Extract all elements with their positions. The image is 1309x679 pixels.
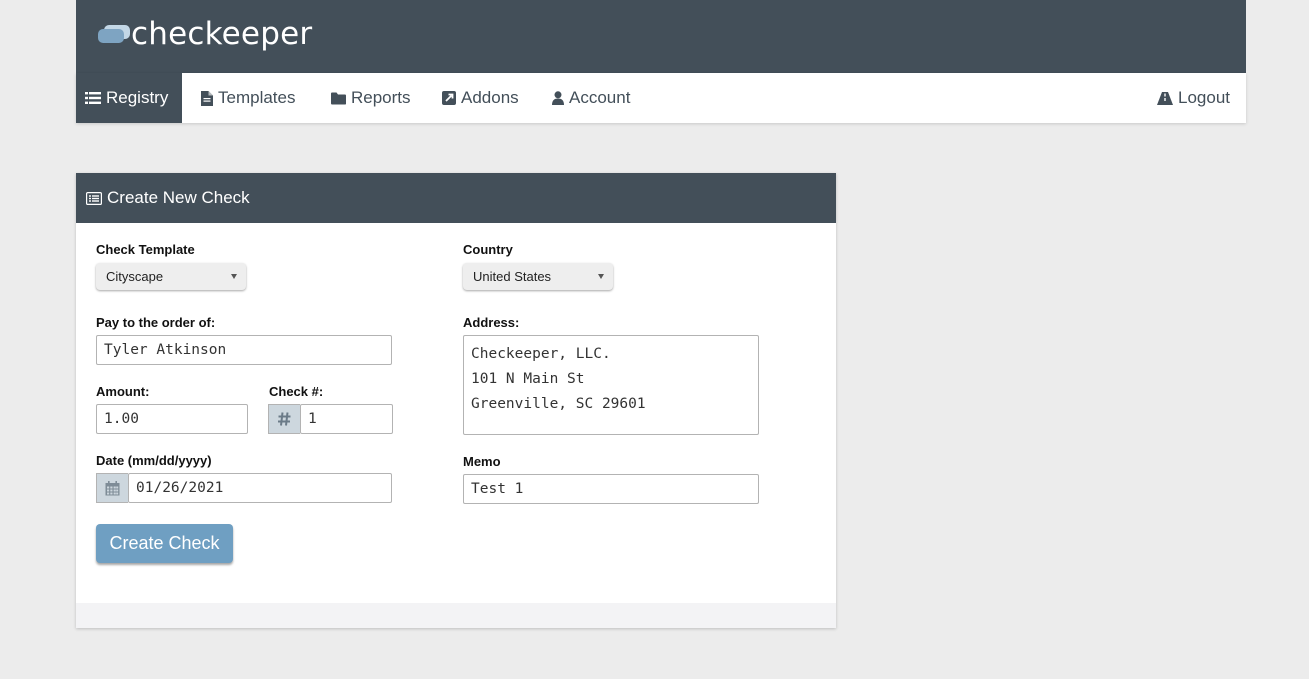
brand-logo[interactable]: checkeeper [98, 14, 312, 54]
memo-input[interactable]: Test 1 [463, 474, 759, 504]
payee-label: Pay to the order of: [96, 315, 216, 330]
nav-templates[interactable]: Templates [201, 73, 295, 123]
list-alt-icon [86, 191, 102, 205]
address-line: Greenville, SC 29601 [471, 396, 646, 412]
date-input-value: 01/26/2021 [136, 480, 224, 496]
country-select-value: United States [473, 269, 552, 284]
panel-footer [76, 603, 836, 628]
list-icon [85, 92, 101, 104]
nav-reports-label: Reports [351, 88, 411, 107]
nav-registry-label: Registry [106, 88, 169, 107]
external-link-icon [442, 91, 456, 105]
brand-name: checkeeper [131, 16, 313, 52]
panel-header: Create New Check [76, 173, 836, 223]
create-check-button[interactable]: Create Check [96, 524, 233, 563]
chevron-down-icon [598, 274, 604, 279]
memo-label: Memo [463, 454, 501, 469]
date-input[interactable]: 01/26/2021 [128, 473, 392, 503]
checknum-addon [268, 404, 300, 434]
main-nav: Registry Templates Reports Addons Accoun… [76, 73, 1246, 123]
memo-input-value: Test 1 [471, 481, 524, 497]
address-label: Address: [463, 315, 520, 330]
nav-addons[interactable]: Addons [442, 73, 519, 123]
hash-icon [278, 412, 291, 426]
amount-input[interactable]: 1.00 [96, 404, 248, 434]
amount-label: Amount: [96, 384, 150, 399]
date-addon[interactable] [96, 473, 128, 503]
payee-input[interactable]: Tyler Atkinson [96, 335, 392, 365]
nav-account[interactable]: Account [552, 73, 630, 123]
app-header: checkeeper [76, 0, 1246, 73]
user-icon [552, 91, 564, 105]
checknum-input[interactable]: 1 [300, 404, 393, 434]
nav-account-label: Account [569, 88, 631, 107]
calendar-icon [105, 480, 120, 495]
nav-reports[interactable]: Reports [331, 73, 411, 123]
folder-icon [331, 92, 346, 104]
template-label: Check Template [96, 242, 195, 257]
road-icon [1157, 91, 1173, 105]
checknum-input-value: 1 [308, 411, 317, 427]
address-line: Checkeeper, LLC. [471, 346, 611, 362]
country-label: Country [463, 242, 513, 257]
panel-title: Create New Check [107, 188, 250, 207]
chevron-down-icon [231, 274, 237, 279]
nav-logout[interactable]: Logout [1157, 73, 1230, 123]
nav-templates-label: Templates [218, 88, 296, 107]
nav-registry[interactable]: Registry [76, 73, 182, 123]
amount-input-value: 1.00 [104, 411, 139, 427]
country-select[interactable]: United States [463, 263, 613, 290]
address-line: 101 N Main St [471, 371, 585, 387]
nav-logout-label: Logout [1178, 88, 1230, 107]
checkeeper-logo-icon [98, 23, 130, 45]
date-label: Date (mm/dd/yyyy) [96, 453, 212, 468]
checknum-label: Check #: [269, 384, 324, 399]
template-select[interactable]: Cityscape [96, 263, 246, 290]
nav-addons-label: Addons [461, 88, 519, 107]
payee-input-value: Tyler Atkinson [104, 342, 227, 358]
file-icon [201, 90, 213, 106]
template-select-value: Cityscape [106, 269, 164, 284]
address-textarea[interactable]: Checkeeper, LLC. 101 N Main St Greenvill… [463, 335, 759, 435]
